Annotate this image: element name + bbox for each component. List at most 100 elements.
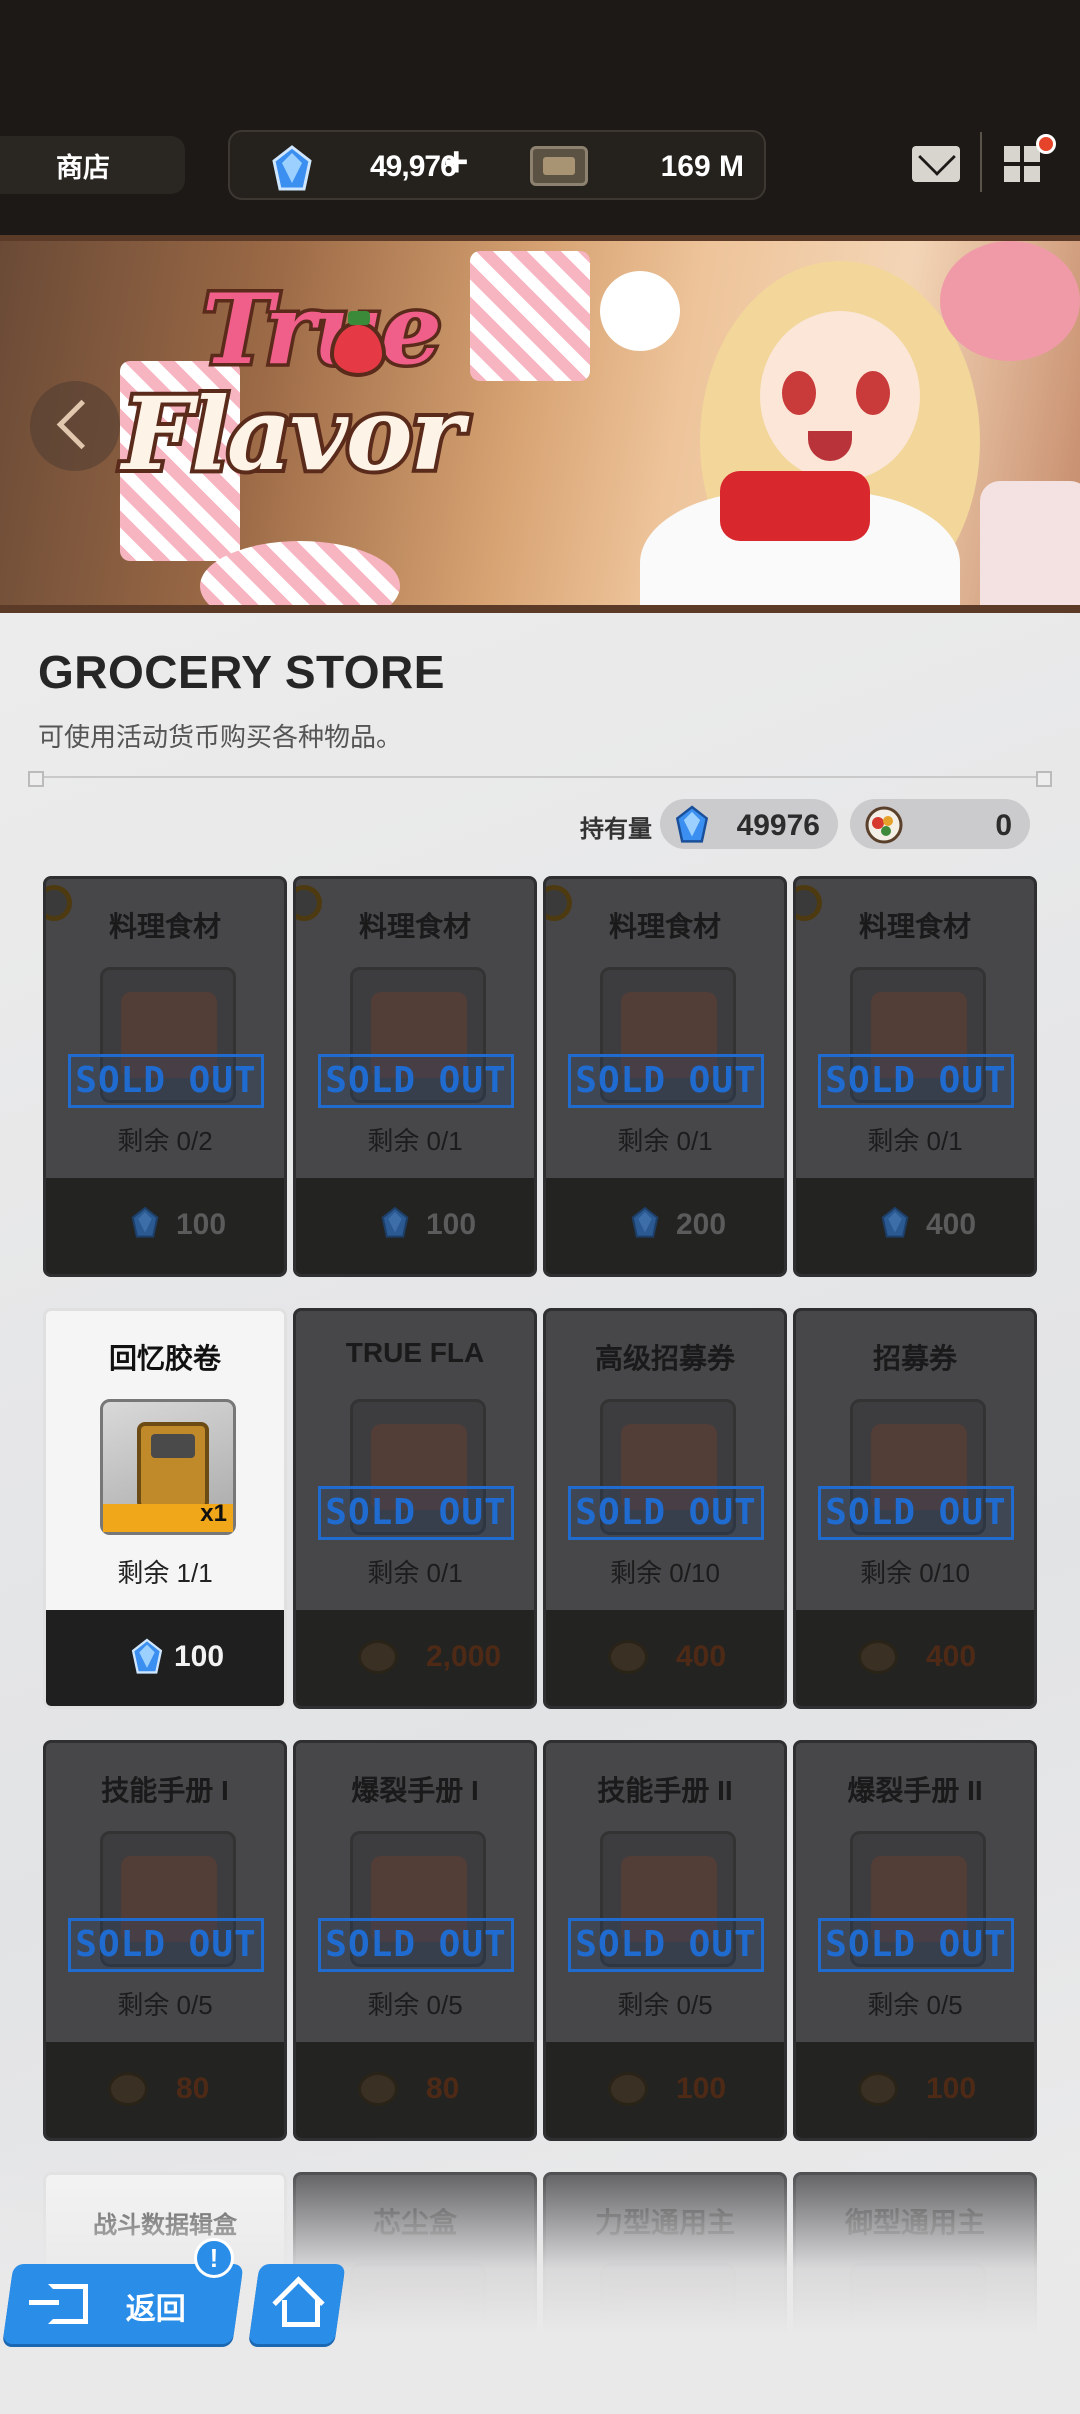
item-remaining: 剩余 0/10 [860,1558,970,1588]
blue-crystal-icon [131,1206,159,1238]
item-name: 技能手册 I [101,1775,229,1806]
shop-tab[interactable]: 商店 [0,136,185,194]
item-remaining: 剩余 0/5 [617,1990,713,2020]
character-eye [856,371,890,415]
sold-out-stamp: SOLD OUT [318,1054,514,1108]
price-bar: 100 [546,2042,784,2138]
item-remaining: 剩余 1/1 [117,1558,213,1588]
item-name: 料理食材 [858,911,971,942]
price-bar: 100 [796,2042,1034,2138]
item-price: 2,000 [426,1640,502,1673]
item-name: 回忆胶卷 [108,1343,221,1374]
add-gem-button[interactable]: + [444,138,469,186]
shop-item-card[interactable]: 技能手册 II SOLD OUT 剩余 0/5 100 [543,1740,787,2141]
food-plate-coin-icon [108,2072,148,2106]
item-price: 200 [676,1208,727,1241]
item-price: 80 [176,2072,210,2105]
price-bar: 2,000 [296,1610,534,1706]
price-bar: 100 [296,1178,534,1274]
item-price: 100 [426,1208,477,1241]
item-remaining: 剩余 0/2 [117,1126,213,1156]
logo-line1: True [199,270,446,390]
divider [980,132,982,192]
food-plate-coin-icon [858,1640,898,1674]
gem-balance: 49,976 [370,150,457,183]
sold-out-stamp: SOLD OUT [568,1918,764,1972]
item-remaining: 剩余 0/5 [367,1990,463,2020]
item-price: 100 [676,2072,727,2105]
mail-icon[interactable] [912,146,960,182]
sold-out-stamp: SOLD OUT [318,1918,514,1972]
price-bar: 400 [546,1610,784,1706]
exit-door-icon [48,2284,88,2324]
item-price: 400 [676,1640,727,1673]
sold-out-stamp: SOLD OUT [818,1054,1014,1108]
page-title: GROCERY STORE [38,646,445,698]
holdings-coin-value: 0 [995,809,1012,842]
price-bar: 400 [796,1178,1034,1274]
shop-item-card[interactable]: 招募券 SOLD OUT 剩余 0/10 400 [793,1308,1037,1709]
food-plate-coin-icon [608,1640,648,1674]
shop-item-card[interactable]: 爆裂手册 I SOLD OUT 剩余 0/5 80 [293,1740,537,2141]
shop-item-card[interactable]: 料理食材 SOLD OUT 剩余 0/2 100 [43,876,287,1277]
food-plate-coin-icon [358,1640,398,1674]
character-ribbon [720,471,870,541]
food-plate-coin-icon [358,2072,398,2106]
item-quantity: x1 [200,1500,227,1527]
item-name: 料理食材 [108,911,221,942]
item-price: 80 [426,2072,460,2105]
ticket-icon [530,146,588,186]
item-remaining: 剩余 0/1 [867,1126,963,1156]
shop-item-card[interactable]: 料理食材 SOLD OUT 剩余 0/1 400 [793,876,1037,1277]
item-remaining: 剩余 0/10 [610,1558,720,1588]
item-remaining: 剩余 0/5 [117,1990,213,2020]
food-plate-coin-icon [858,2072,898,2106]
top-bar: 商店 49,976 + 169 M [0,0,1080,235]
shop-item-card[interactable]: 爆裂手册 II SOLD OUT 剩余 0/5 100 [793,1740,1037,2141]
grid-menu-icon[interactable] [1004,146,1042,184]
notification-dot [1036,134,1056,154]
home-button[interactable] [248,2264,346,2344]
sold-out-stamp: SOLD OUT [568,1054,764,1108]
home-icon [276,2284,316,2324]
item-remaining: 剩余 0/1 [367,1558,463,1588]
info-badge[interactable]: ! [194,2238,234,2278]
holdings-gem: 49976 [660,799,838,849]
blue-crystal-icon [272,145,312,191]
item-name: 高级招募券 [594,1343,735,1374]
shop-item-card[interactable]: TRUE FLA SOLD OUT 剩余 0/1 2,000 [293,1308,537,1709]
item-remaining: 剩余 0/1 [617,1126,713,1156]
film-roll-icon [137,1422,209,1510]
item-name: 技能手册 II [597,1775,733,1806]
blue-crystal-icon [131,1638,163,1674]
item-price: 400 [926,1640,977,1673]
item-remaining: 剩余 0/5 [867,1990,963,2020]
sold-out-stamp: SOLD OUT [68,1918,264,1972]
event-logo: True Flavor [112,263,562,523]
price-bar: 80 [46,2042,284,2138]
item-name: 爆裂手册 I [351,1775,479,1806]
ticket-balance: 169 M [660,150,744,183]
sold-out-stamp: SOLD OUT [818,1486,1014,1540]
blue-crystal-icon [881,1206,909,1238]
item-name: 料理食材 [608,911,721,942]
item-name: TRUE FLA [345,1337,485,1368]
price-bar: 100 [46,1178,284,1274]
item-name: 料理食材 [358,911,471,942]
shop-item-card[interactable]: 料理食材 SOLD OUT 剩余 0/1 100 [293,876,537,1277]
item-name: 爆裂手册 II [847,1775,983,1806]
item-price: 100 [926,2072,977,2105]
blue-crystal-icon [631,1206,659,1238]
price-bar: 100 [46,1610,284,1706]
shop-item-card[interactable]: 回忆胶卷 x1 剩余 1/1 100 [43,1308,287,1709]
shop-item-card[interactable]: 技能手册 I SOLD OUT 剩余 0/5 80 [43,1740,287,2141]
holdings-label: 持有量 [580,816,652,843]
shop-item-card[interactable]: 高级招募券 SOLD OUT 剩余 0/10 400 [543,1308,787,1709]
item-price: 100 [174,1640,225,1673]
currency-bar: 49,976 + 169 M [228,130,766,200]
food-plate-coin-icon [865,806,903,844]
banner-prev-arrow-icon[interactable] [30,381,120,471]
parfait-dessert [980,481,1080,605]
shop-item-card[interactable]: 料理食材 SOLD OUT 剩余 0/1 200 [543,876,787,1277]
item-name: 招募券 [872,1343,957,1374]
